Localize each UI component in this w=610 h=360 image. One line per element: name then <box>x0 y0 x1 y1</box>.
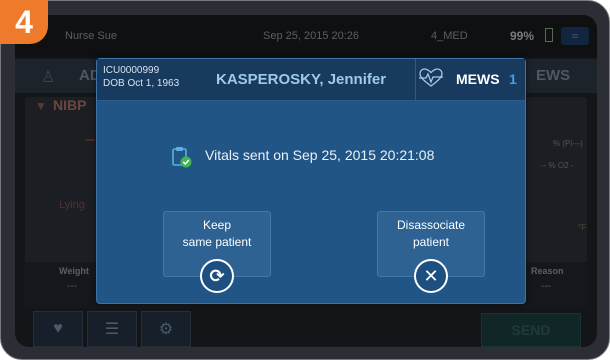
device-frame: Nurse Sue Sep 25, 2015 20:26 4_MED 99% ≈… <box>0 0 610 360</box>
clipboard-check-icon <box>172 147 192 168</box>
mews-label: MEWS <box>456 71 500 87</box>
patient-name: KASPEROSKY, Jennifer <box>216 71 387 88</box>
keep-button-line2: same patient <box>182 235 252 249</box>
disassociate-button-line2: patient <box>412 235 450 249</box>
header-divider <box>415 59 416 101</box>
device-screen: Nurse Sue Sep 25, 2015 20:26 4_MED 99% ≈… <box>15 15 597 347</box>
vitals-sent-message: Vitals sent on Sep 25, 2015 20:21:08 <box>205 147 435 163</box>
patient-dialog: ICU0000999 DOB Oct 1, 1963 KASPEROSKY, J… <box>96 58 526 304</box>
keep-button-line1: Keep <box>202 218 232 232</box>
close-icon[interactable]: ✕ <box>414 259 448 293</box>
step-number-badge: 4 <box>0 0 48 44</box>
patient-id: ICU0000999 <box>103 65 160 76</box>
disassociate-button-line1: Disassociate <box>396 218 466 232</box>
heart-monitor-icon <box>419 68 443 87</box>
refresh-icon[interactable]: ⟳ <box>200 259 234 293</box>
mews-score: 1 <box>509 71 517 87</box>
dialog-header: ICU0000999 DOB Oct 1, 1963 KASPEROSKY, J… <box>97 59 525 101</box>
patient-dob: DOB Oct 1, 1963 <box>103 78 180 89</box>
